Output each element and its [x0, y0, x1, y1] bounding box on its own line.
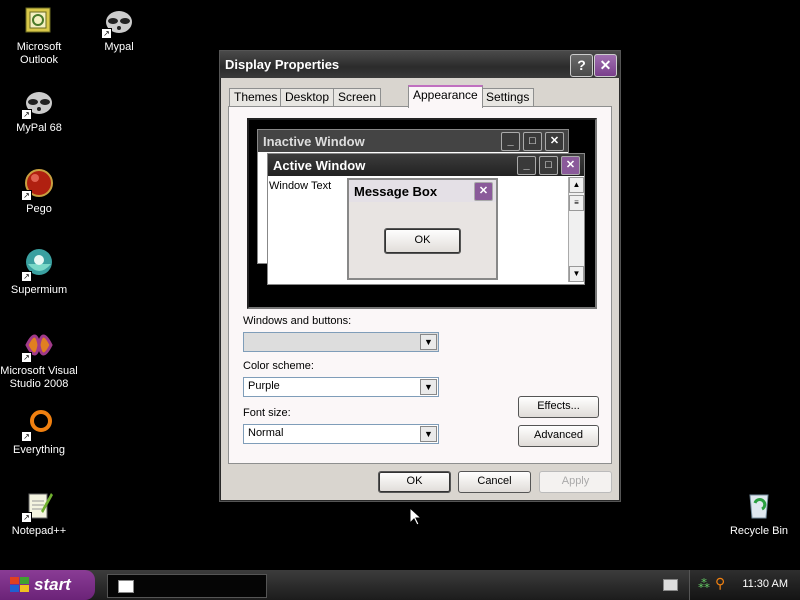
tab-themes[interactable]: Themes	[229, 88, 283, 106]
shortcut-arrow-icon: ↗	[101, 28, 112, 39]
desktop-icon-mypal68[interactable]: ↗ MyPal 68	[0, 86, 78, 135]
appearance-preview: Inactive Window _ □ ✕ Active Window _ □ …	[247, 118, 597, 309]
font-size-select[interactable]: Normal ▼	[243, 424, 439, 444]
desktop-icon-recycle-bin[interactable]: Recycle Bin	[720, 489, 798, 538]
message-box-titlebar: Message Box ✕	[349, 180, 496, 202]
chevron-down-icon: ▼	[420, 334, 437, 350]
taskbar: start ⁂ ⚲ 11:30 AM	[0, 570, 800, 600]
desktop-icon-label: Everything	[13, 444, 65, 456]
inactive-window-titlebar: Inactive Window _ □ ✕	[258, 130, 568, 152]
raccoon-icon: ↗	[21, 86, 55, 120]
search-icon[interactable]: ⚲	[715, 575, 725, 592]
active-window-title: Active Window	[273, 158, 366, 173]
desktop-icon-label: Microsoft Outlook	[16, 41, 62, 66]
desktop-icon-label: Recycle Bin	[729, 525, 789, 537]
dialog-titlebar[interactable]: Display Properties ? ✕	[220, 51, 620, 78]
minimize-icon: _	[501, 132, 520, 151]
close-icon: ✕	[474, 182, 493, 201]
color-scheme-select[interactable]: Purple ▼	[243, 377, 439, 397]
mouse-cursor-icon	[409, 506, 423, 530]
color-scheme-value: Purple	[248, 380, 280, 392]
tab-settings[interactable]: Settings	[481, 88, 535, 106]
search-ring-icon: ↗	[21, 408, 55, 442]
windows-logo-icon	[10, 577, 30, 598]
tab-desktop[interactable]: Desktop	[280, 88, 335, 106]
visual-studio-icon: ↗	[21, 329, 55, 363]
recycle-bin-icon	[743, 489, 775, 521]
system-tray: ⁂ ⚲ 11:30 AM	[689, 570, 800, 600]
shortcut-arrow-icon: ↗	[21, 109, 32, 120]
desktop-icon-notepadpp[interactable]: ↗ Notepad++	[0, 489, 78, 538]
chevron-down-icon: ▼	[420, 379, 437, 395]
windows-buttons-select[interactable]: ▼	[243, 332, 439, 352]
cancel-button[interactable]: Cancel	[458, 471, 531, 493]
maximize-icon: □	[539, 156, 558, 175]
tab-appearance[interactable]: Appearance	[408, 85, 483, 108]
desktop-icon-everything[interactable]: ↗ Everything	[0, 408, 78, 457]
raccoon-icon: ↗	[101, 5, 135, 39]
shortcut-arrow-icon: ↗	[21, 190, 32, 201]
scroll-up-icon: ▲	[569, 177, 584, 193]
shortcut-arrow-icon: ↗	[21, 512, 32, 523]
taskbar-item-display-properties[interactable]	[107, 574, 267, 598]
ok-button[interactable]: OK	[378, 471, 451, 493]
desktop-icon-visual-studio[interactable]: ↗ Microsoft Visual Studio 2008	[0, 329, 78, 391]
maximize-icon: □	[523, 132, 542, 151]
desktop-icon-outlook[interactable]: Microsoft Outlook	[0, 5, 78, 67]
scroll-down-icon: ▼	[569, 266, 584, 282]
window-icon	[118, 580, 134, 593]
font-size-label: Font size:	[243, 407, 291, 419]
chevron-down-icon: ▼	[420, 426, 437, 442]
red-sphere-icon: ↗	[21, 167, 55, 201]
tab-screen-saver[interactable]: Screen Saver	[333, 88, 382, 121]
preview-message-box: Message Box ✕ OK	[347, 178, 498, 280]
inactive-window-title: Inactive Window	[263, 134, 365, 149]
clock[interactable]: 11:30 AM	[742, 578, 788, 590]
apply-button[interactable]: Apply	[539, 471, 612, 493]
effects-button[interactable]: Effects...	[518, 396, 599, 418]
windows-buttons-label: Windows and buttons:	[243, 315, 352, 327]
keyboard-icon[interactable]	[663, 579, 678, 591]
shortcut-arrow-icon: ↗	[21, 271, 32, 282]
dialog-title: Display Properties	[225, 57, 340, 72]
preview-scrollbar: ▲ ≡ ▼	[568, 177, 584, 282]
desktop-icon-supermium[interactable]: ↗ Supermium	[0, 248, 78, 297]
shortcut-arrow-icon: ↗	[21, 431, 32, 442]
color-scheme-label: Color scheme:	[243, 360, 314, 372]
desktop-icon-pego[interactable]: ↗ Pego	[0, 167, 78, 216]
shortcut-arrow-icon: ↗	[21, 352, 32, 363]
start-label: start	[34, 575, 71, 594]
active-window-titlebar: Active Window _ □ ✕	[268, 154, 584, 176]
desktop-icon-label: Notepad++	[11, 525, 67, 537]
desktop-icon-label: Microsoft Visual Studio 2008	[0, 365, 78, 390]
desktop-icon-label: Mypal	[104, 41, 134, 53]
supermium-icon: ↗	[21, 248, 55, 282]
advanced-button[interactable]: Advanced	[518, 425, 599, 447]
minimize-icon: _	[517, 156, 536, 175]
close-icon: ✕	[545, 132, 564, 151]
help-button[interactable]: ?	[570, 54, 593, 77]
close-button[interactable]: ✕	[594, 54, 617, 77]
appearance-panel: Inactive Window _ □ ✕ Active Window _ □ …	[228, 106, 612, 464]
desktop-icon-label: MyPal 68	[16, 122, 62, 134]
window-text-sample: Window Text	[269, 180, 332, 192]
message-box-title: Message Box	[354, 184, 438, 199]
display-properties-dialog: Display Properties ? ✕ Themes Desktop Sc…	[219, 50, 621, 502]
start-button[interactable]: start	[0, 570, 95, 600]
scroll-thumb: ≡	[569, 195, 584, 211]
network-icon[interactable]: ⁂	[698, 577, 710, 591]
outlook-icon	[23, 5, 55, 37]
notepad-icon: ↗	[21, 489, 55, 523]
font-size-value: Normal	[248, 427, 284, 439]
preview-ok-button: OK	[384, 228, 461, 254]
close-icon: ✕	[561, 156, 580, 175]
desktop-icon-label: Supermium	[10, 284, 68, 296]
desktop-icon-label: Pego	[26, 203, 52, 215]
desktop-icon-mypal[interactable]: ↗ Mypal	[80, 5, 158, 54]
